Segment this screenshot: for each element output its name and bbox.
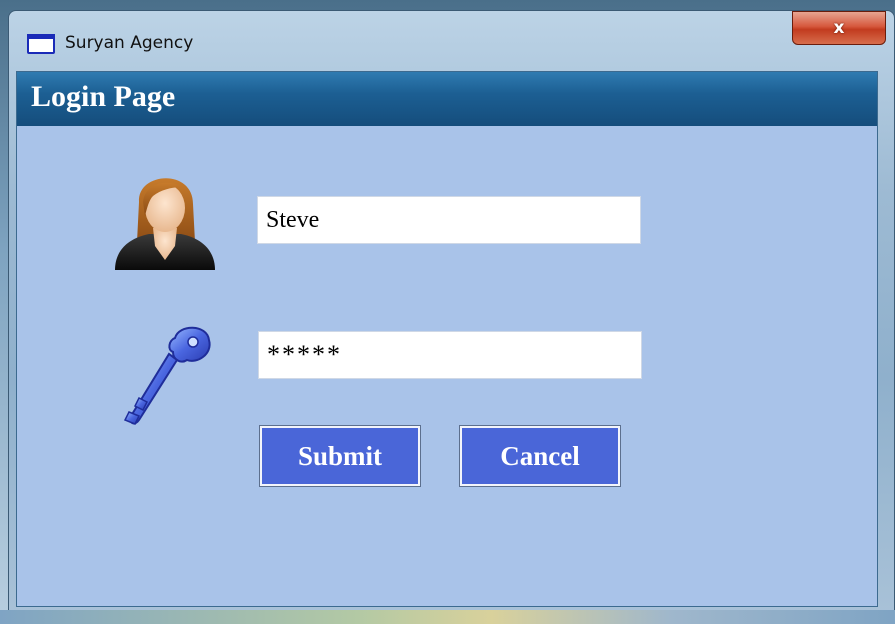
username-input[interactable] (257, 196, 641, 244)
password-input[interactable] (258, 331, 642, 379)
page-title: Login Page (31, 80, 176, 113)
close-icon: x (833, 18, 845, 38)
page-header: Login Page (17, 72, 877, 126)
key-icon (123, 326, 211, 425)
window-app-icon (27, 34, 55, 54)
cancel-button[interactable]: Cancel (459, 425, 621, 487)
user-avatar-icon (115, 178, 215, 270)
title-bar[interactable]: Suryan Agency x (9, 11, 894, 73)
submit-button[interactable]: Submit (259, 425, 421, 487)
window-title: Suryan Agency (65, 33, 194, 53)
taskbar-strip (0, 610, 895, 624)
close-button[interactable]: x (792, 11, 886, 45)
login-panel: Login Page Steve ***** Submit Cancel (16, 71, 878, 607)
